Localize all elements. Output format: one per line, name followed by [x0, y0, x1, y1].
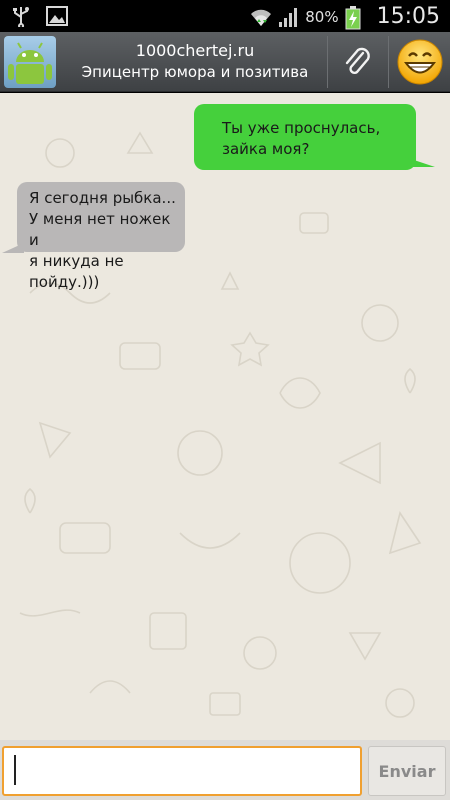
paperclip-icon: [345, 47, 370, 75]
clock: 15:05: [376, 4, 440, 29]
contact-name: 1000chertej.ru: [135, 41, 255, 60]
avatar[interactable]: [4, 36, 56, 88]
message-input[interactable]: [2, 746, 362, 796]
contact-info[interactable]: 1000chertej.ru Эпицентр юмора и позитива: [64, 40, 326, 83]
message-text: Ты уже проснулась, зайка моя?: [222, 119, 381, 158]
outgoing-bubble-tail: [405, 157, 435, 167]
emoji-button[interactable]: [390, 32, 450, 92]
incoming-message-bubble[interactable]: Я сегодня рыбка... У меня нет ножек и я …: [17, 182, 185, 291]
contact-status: Эпицентр юмора и позитива: [81, 63, 309, 81]
usb-icon: [10, 5, 32, 29]
status-bar: 80% 15:05: [0, 0, 450, 32]
chat-header: 1000chertej.ru Эпицентр юмора и позитива: [0, 32, 450, 92]
battery-percentage: 80%: [305, 7, 339, 26]
incoming-bubble-tail: [2, 243, 24, 253]
chat-area[interactable]: Ты уже проснулась, зайка моя? Я сегодня …: [0, 93, 450, 740]
composer-bar: Enviar: [0, 740, 450, 800]
android-robot-icon: [8, 42, 52, 84]
image-icon: [46, 5, 68, 27]
attach-button[interactable]: [330, 32, 386, 92]
grinning-smiley-icon: [397, 39, 443, 85]
outgoing-message-bubble[interactable]: Ты уже проснулась, зайка моя?: [194, 104, 416, 170]
signal-icon: [277, 6, 299, 28]
battery-charging-icon: [345, 5, 367, 29]
wifi-icon: [249, 6, 272, 28]
header-divider: [327, 36, 328, 88]
header-divider: [388, 36, 389, 88]
send-button[interactable]: Enviar: [368, 746, 446, 796]
text-cursor: [14, 755, 16, 785]
